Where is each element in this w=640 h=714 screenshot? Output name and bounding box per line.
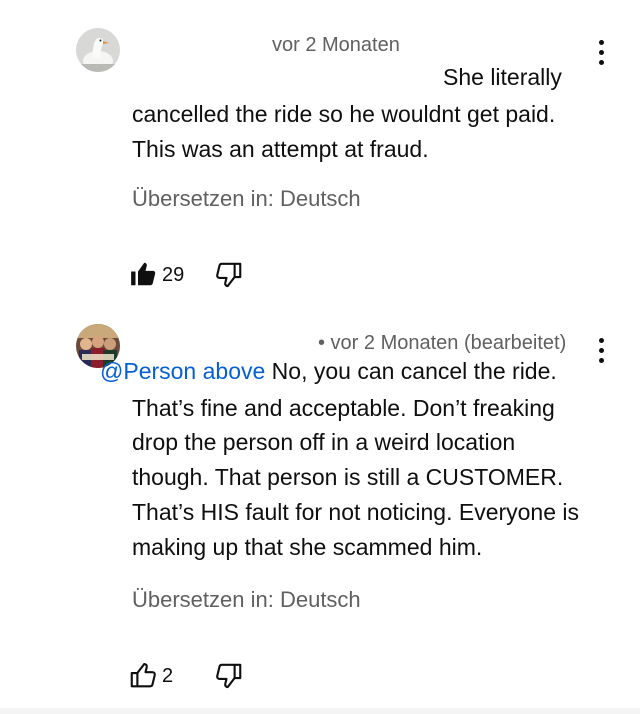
comment-text-line: drop the person off in a weird location [132,429,516,455]
mention-link[interactable]: @Person above [100,358,265,384]
comment-actions: 2 [126,658,266,692]
translate-link[interactable]: Übersetzen in: Deutsch [132,587,361,613]
like-button[interactable]: 29 [126,257,190,291]
translate-link[interactable]: Übersetzen in: Deutsch [132,186,361,212]
comment-text: She literally cancelled the ride so he w… [132,60,602,170]
comment-1: vor 2 Monaten She literally cancelled th… [0,0,640,320]
comment-2: • vor 2 Monaten (bearbeitet) @Person abo… [0,320,640,708]
comment-text-line: That’s fine and acceptable. Don’t freaki… [132,395,555,421]
bottom-divider [0,708,640,714]
comment-timestamp: • vor 2 Monaten (bearbeitet) [318,332,567,354]
like-count: 29 [162,264,185,286]
comment-first-line: @Person above No, you can cancel the rid… [100,354,557,389]
comment-text-line: That’s HIS fault for not noticing. Every… [132,499,580,525]
comment-actions: 29 [126,257,266,291]
like-button[interactable]: 2 [126,658,190,692]
comment-text: @Person above No, you can cancel the rid… [100,354,610,569]
comment-text-line: This was an attempt at fraud. [132,136,429,162]
thumbs-up-filled-icon [131,262,156,286]
comment-text-line: making up that she scammed him. [132,534,483,560]
thumbs-down-icon[interactable] [214,661,244,691]
comment-text-line: No, you can cancel the ride. [271,358,557,384]
comment-text-line: though. That person is still a CUSTOMER. [132,464,564,490]
comment-text-line: She literally [443,64,562,90]
thumbs-down-icon[interactable] [214,260,244,290]
goose-avatar-icon[interactable] [76,28,120,72]
comment-text-line: cancelled the ride so he wouldnt get pai… [132,101,556,127]
like-count: 2 [162,665,174,687]
thumbs-up-icon [130,662,156,688]
comment-timestamp: vor 2 Monaten [272,34,400,56]
